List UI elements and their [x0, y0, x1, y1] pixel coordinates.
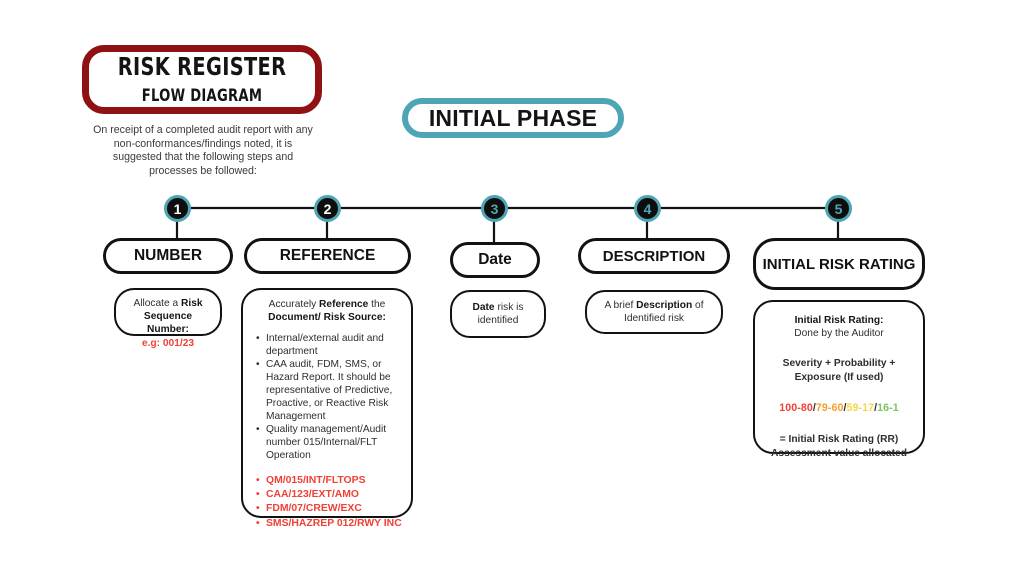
- rr-scale-band-critical: 100-80: [779, 402, 813, 414]
- step-marker-3[interactable]: 3: [481, 195, 508, 222]
- step-marker-5-number: 5: [834, 200, 843, 217]
- reference-example-list: QM/015/INT/FLTOPS CAA/123/EXT/AMO FDM/07…: [253, 474, 402, 531]
- step-heading-reference[interactable]: REFERENCE: [244, 238, 411, 274]
- date-detail-bold: Date: [472, 302, 495, 313]
- number-allocate-plain: Allocate a: [133, 298, 182, 309]
- description-detail-bold: Description: [636, 300, 693, 311]
- step-heading-reference-label: REFERENCE: [279, 247, 376, 264]
- rr-scale-band-high: 79-60: [815, 402, 844, 414]
- description-detail-plain: A brief: [604, 300, 637, 311]
- step-marker-5[interactable]: 5: [825, 195, 852, 222]
- reference-example-item: QM/015/INT/FLTOPS: [256, 474, 401, 488]
- step-heading-date-label: Date: [478, 251, 512, 268]
- number-sequence-line: Sequence Number:: [122, 310, 214, 336]
- number-sequence-bold: Sequence Number:: [143, 311, 193, 335]
- reference-example-item: CAA/123/EXT/AMO: [256, 488, 401, 502]
- title-main: RISK REGISTER: [117, 52, 287, 81]
- title-subtitle: FLOW DIAGRAM: [141, 86, 263, 106]
- date-detail-text: Date risk is identified: [460, 301, 536, 327]
- rr-subtitle: Done by the Auditor: [794, 328, 884, 339]
- number-example: e.g: 001/23: [141, 338, 195, 349]
- reference-intro-plain-1: Accurately: [268, 299, 320, 310]
- rr-scale-band-medium: 59-17: [846, 402, 875, 414]
- reference-intro-line1: Accurately Reference the: [253, 298, 401, 311]
- phase-badge: INITIAL PHASE: [402, 98, 624, 138]
- step-marker-4[interactable]: 4: [634, 195, 661, 222]
- rr-title: Initial Risk Rating:: [764, 314, 914, 327]
- step-heading-date[interactable]: Date: [450, 242, 540, 278]
- number-allocate-line: Allocate a Risk: [122, 297, 214, 310]
- step-marker-2-number: 2: [323, 200, 332, 217]
- step-heading-number[interactable]: NUMBER: [103, 238, 233, 274]
- step-heading-description[interactable]: DESCRIPTION: [578, 238, 730, 274]
- rr-title-bold: Initial Risk Rating:: [794, 315, 884, 326]
- reference-bullet-list: Internal/external audit and department C…: [253, 332, 401, 462]
- step-heading-initial-risk-rating-label: INITIAL RISK RATING: [762, 255, 916, 273]
- step-heading-description-label: DESCRIPTION: [602, 247, 706, 265]
- step-marker-3-number: 3: [490, 200, 499, 217]
- reference-bullet: Internal/external audit and department: [256, 332, 401, 358]
- rr-footer-line-1: = Initial Risk Rating (RR): [779, 434, 899, 445]
- reference-intro-line2: Document/ Risk Source:: [253, 311, 401, 324]
- step-detail-reference: Accurately Reference the Document/ Risk …: [241, 288, 413, 531]
- rr-footer-line-2: Assessment value allocated: [771, 447, 907, 459]
- reference-example-item: FDM/07/CREW/EXC: [256, 502, 401, 516]
- phase-badge-label: INITIAL PHASE: [428, 104, 598, 131]
- intro-paragraph: On receipt of a completed audit report w…: [93, 124, 313, 177]
- rr-formula: Severity + Probability + Exposure (If us…: [782, 358, 896, 383]
- number-allocate-bold: Risk: [181, 298, 203, 309]
- step-marker-2[interactable]: 2: [314, 195, 341, 222]
- reference-intro-bold-2: Document/ Risk Source:: [268, 312, 386, 323]
- reference-bullet: Quality management/Audit number 015/Inte…: [256, 423, 401, 462]
- step-marker-1[interactable]: 1: [164, 195, 191, 222]
- step-heading-number-label: NUMBER: [133, 247, 203, 264]
- step-detail-number: Allocate a Risk Sequence Number: e.g: 00…: [114, 288, 222, 349]
- step-detail-initial-risk-rating: Initial Risk Rating: Done by the Auditor…: [753, 300, 925, 459]
- step-detail-date: Date risk is identified: [450, 290, 546, 338]
- description-detail-text: A brief Description of Identified risk: [595, 299, 713, 325]
- step-marker-1-number: 1: [173, 200, 182, 217]
- step-detail-description: A brief Description of Identified risk: [585, 290, 723, 334]
- reference-example-item: SMS/HAZREP 012/RWY INC: [256, 517, 402, 531]
- title-card: RISK REGISTER FLOW DIAGRAM: [82, 45, 322, 114]
- diagram-canvas: RISK REGISTER FLOW DIAGRAM On receipt of…: [0, 0, 1024, 576]
- reference-intro-bold-1: Reference: [319, 299, 369, 310]
- rr-scale: 100-80/79-60/59-17/16-1: [764, 402, 914, 415]
- step-heading-initial-risk-rating[interactable]: INITIAL RISK RATING: [753, 238, 925, 290]
- step-marker-4-number: 4: [643, 200, 652, 217]
- rr-scale-band-low: 16-1: [877, 402, 899, 414]
- reference-bullet: CAA audit, FDM, SMS, or Hazard Report. I…: [256, 358, 401, 423]
- reference-intro-plain-2: the: [368, 299, 386, 310]
